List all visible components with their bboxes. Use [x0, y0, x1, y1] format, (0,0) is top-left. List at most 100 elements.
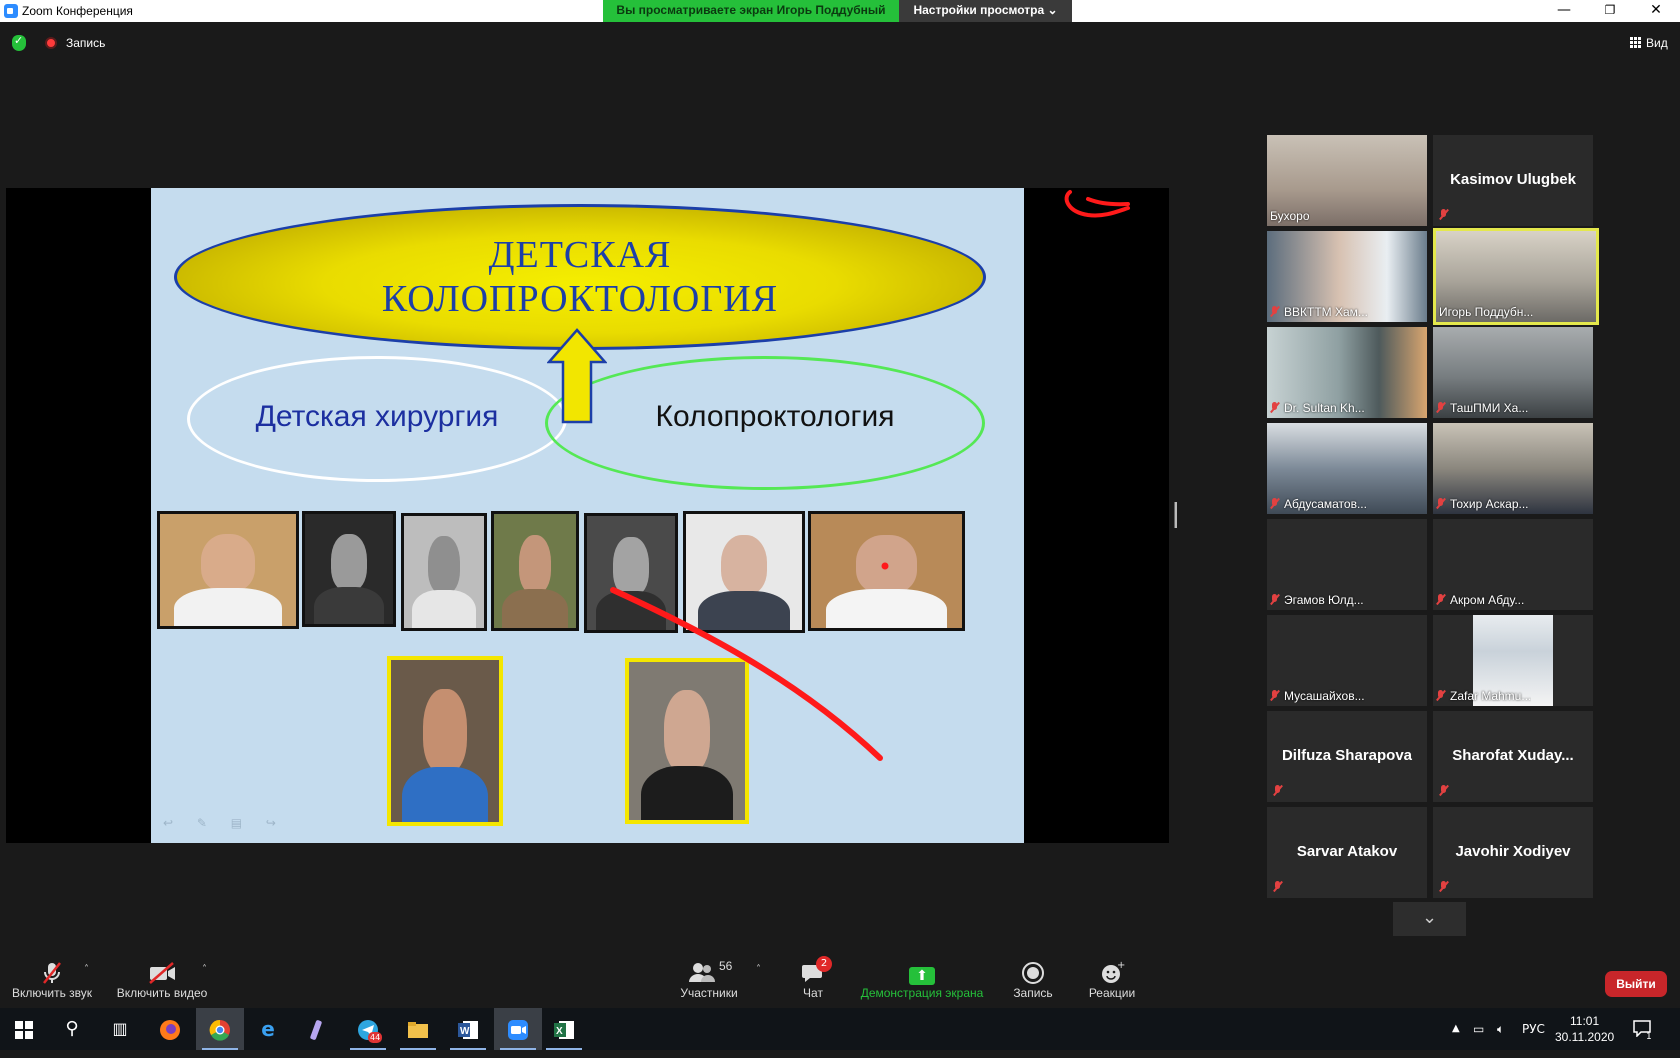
muted-mic-icon — [1273, 881, 1283, 892]
participant-name: Kasimov Ulugbek — [1450, 171, 1576, 188]
minimize-button[interactable]: — — [1541, 0, 1587, 22]
volume-icon[interactable]: 🔈︎ — [1497, 1008, 1504, 1050]
chat-label: Чат — [803, 986, 823, 1000]
meeting-top-bar: Запись Вид — [0, 22, 1680, 62]
reactions-button[interactable]: + Реакции — [1083, 960, 1141, 1000]
leave-meeting-button[interactable]: Выйти — [1605, 971, 1667, 997]
video-options-caret[interactable]: ˄ — [202, 964, 207, 975]
word-icon[interactable]: W — [444, 1008, 492, 1050]
network-icon[interactable]: ▭ — [1473, 1008, 1484, 1050]
participant-tile[interactable]: Мусашайхов... — [1267, 615, 1427, 706]
chrome-icon[interactable] — [196, 1008, 244, 1050]
participant-name: Эгамов Юлд... — [1284, 593, 1364, 607]
pediatric-surgery-label: Детская хирургия — [255, 400, 499, 433]
participant-name-row: Тохир Аскар... — [1436, 497, 1529, 511]
portrait-photo — [584, 513, 678, 633]
muted-mic-icon — [1439, 785, 1449, 796]
shared-screen[interactable]: ДЕТСКАЯ КОЛОПРОКТОЛОГИЯ Детская хирургия… — [6, 188, 1169, 843]
participant-tile[interactable]: Эгамов Юлд... — [1267, 519, 1427, 610]
participant-tile[interactable]: Sarvar Atakov — [1267, 807, 1427, 898]
recording-icon[interactable] — [45, 37, 57, 49]
file-explorer-icon[interactable] — [394, 1008, 442, 1050]
clock-date: 30.11.2020 — [1555, 1030, 1615, 1044]
zoom-taskbar-icon[interactable] — [494, 1008, 542, 1050]
muted-mic-icon — [1273, 785, 1283, 796]
participant-tile[interactable]: ВВКТТМ Хам... — [1267, 231, 1427, 322]
telegram-icon[interactable]: 44 — [344, 1008, 392, 1050]
close-button[interactable]: ✕ — [1633, 0, 1679, 22]
participant-tile[interactable]: ТашПМИ Ха... — [1433, 327, 1593, 418]
excel-icon[interactable]: X — [540, 1008, 588, 1050]
maximize-button[interactable]: ❐ — [1587, 0, 1633, 22]
portrait-photo — [491, 511, 579, 631]
participant-name-row: Мусашайхов... — [1270, 689, 1365, 703]
split-divider-handle[interactable] — [1174, 502, 1177, 528]
muted-mic-icon — [1270, 306, 1280, 317]
svg-text:X: X — [556, 1026, 563, 1037]
unmute-label: Включить звук — [11, 986, 93, 1000]
participant-tile[interactable]: Абдусаматов... — [1267, 423, 1427, 514]
slide-title-line2: КОЛОПРОКТОЛОГИЯ — [381, 278, 779, 320]
participant-tile[interactable]: Javohir Xodiyev — [1433, 807, 1593, 898]
start-button[interactable] — [0, 1008, 48, 1050]
portrait-photo — [157, 511, 299, 629]
participant-name: Бухоро — [1270, 209, 1310, 223]
presentation-slide: ДЕТСКАЯ КОЛОПРОКТОЛОГИЯ Детская хирургия… — [151, 188, 1024, 843]
chat-icon: 2 — [796, 956, 832, 986]
participant-tile[interactable]: Бухоро — [1267, 135, 1427, 226]
record-icon — [1006, 960, 1060, 986]
slide-tools[interactable]: ↩ ✎ ▤ ↪ — [163, 816, 286, 830]
participant-name-row: ТашПМИ Ха... — [1436, 401, 1528, 415]
recording-label[interactable]: Запись — [66, 36, 105, 50]
portrait-photo — [401, 513, 487, 631]
portrait-photo — [808, 511, 965, 631]
windows-taskbar: ⚲ ▥ e 44 W X ▲ ▭ 🔈︎ РУС 11:01 30.11.2020… — [0, 1008, 1680, 1050]
video-off-icon — [112, 960, 212, 986]
security-shield-icon[interactable] — [12, 34, 26, 51]
chat-button[interactable]: 2 Чат — [796, 956, 832, 1000]
search-icon[interactable]: ⚲ — [48, 1008, 96, 1050]
audio-options-caret[interactable]: ˄ — [84, 964, 89, 975]
participant-tile[interactable]: Dr. Sultan Kh... — [1267, 327, 1427, 418]
participant-name: Zafar Mahmu... — [1450, 689, 1532, 703]
grid-icon — [1630, 37, 1641, 48]
chevron-down-icon: ⌄ — [1421, 907, 1438, 928]
internet-explorer-icon[interactable]: e — [244, 1008, 292, 1050]
chat-unread-badge: 2 — [816, 956, 832, 972]
firefox-icon[interactable] — [146, 1008, 194, 1050]
view-label: Вид — [1646, 36, 1668, 50]
tray-overflow-icon[interactable]: ▲ — [1452, 1008, 1460, 1050]
app-icon[interactable] — [292, 1008, 340, 1050]
participant-name-row: Эгамов Юлд... — [1270, 593, 1364, 607]
muted-mic-icon — [1439, 209, 1449, 220]
participant-tile[interactable]: Zafar Mahmu... — [1433, 615, 1593, 706]
share-screen-icon: ⬆ — [858, 960, 986, 986]
coloproctology-label: Колопроктология — [655, 400, 895, 433]
participant-name: Sarvar Atakov — [1296, 843, 1398, 860]
share-screen-button[interactable]: ⬆ Демонстрация экрана — [858, 960, 986, 1000]
muted-mic-icon — [1270, 594, 1280, 605]
gallery-next-page-button[interactable]: ⌄ — [1393, 902, 1466, 936]
participant-tile[interactable]: Dilfuza Sharapova — [1267, 711, 1427, 802]
view-button[interactable]: Вид — [1630, 36, 1668, 50]
participants-button[interactable]: 56 Участники — [672, 959, 746, 1000]
participant-tile[interactable]: Kasimov Ulugbek — [1433, 135, 1593, 226]
participants-icon: 56 — [672, 959, 746, 986]
participant-tile[interactable]: Тохир Аскар... — [1433, 423, 1593, 514]
task-view-icon[interactable]: ▥ — [96, 1008, 144, 1050]
participant-tile[interactable]: Акром Абду... — [1433, 519, 1593, 610]
unmute-button[interactable]: Включить звук — [8, 960, 96, 1000]
start-video-button[interactable]: Включить видео — [112, 960, 212, 1000]
reactions-label: Реакции — [1088, 986, 1136, 1000]
participant-tile-active-speaker[interactable]: Игорь Поддубн... — [1433, 228, 1599, 325]
view-options-button[interactable]: Настройки просмотра ⌄ — [899, 0, 1072, 22]
participant-name: Абдусаматов... — [1284, 497, 1367, 511]
participants-count: 56 — [719, 960, 732, 973]
language-indicator[interactable]: РУС — [1522, 1008, 1545, 1050]
portrait-photo — [683, 511, 805, 633]
taskbar-clock[interactable]: 11:01 30.11.2020 — [1555, 1013, 1614, 1045]
record-button[interactable]: Запись — [1006, 960, 1060, 1000]
participants-options-caret[interactable]: ˄ — [756, 964, 761, 975]
notifications-icon[interactable]: 1 — [1632, 1008, 1652, 1050]
participant-tile[interactable]: Sharofat Xuday... — [1433, 711, 1593, 802]
